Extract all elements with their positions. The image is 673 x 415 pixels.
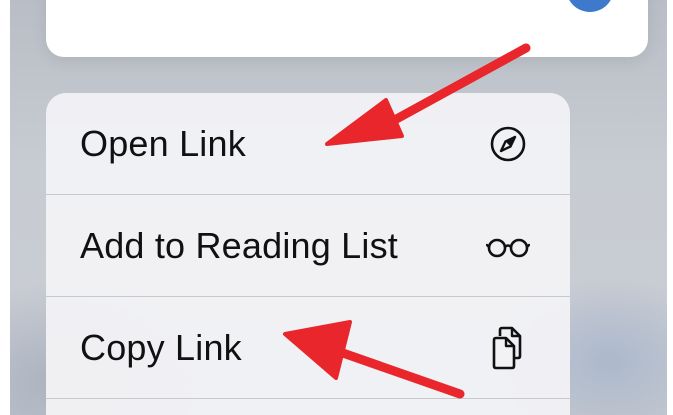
menu-item-label: Open Link (80, 123, 246, 164)
menu-item-label: Copy Link (80, 327, 242, 368)
screenshot-stage: Open Link Add to Reading List Copy Link (0, 0, 673, 415)
menu-item-copy-link[interactable]: Copy Link (46, 297, 570, 399)
copy-icon (486, 326, 530, 370)
menu-item-label: Add to Reading List (80, 225, 399, 266)
menu-item-open-link[interactable]: Open Link (46, 93, 570, 195)
image-border-right (667, 0, 673, 415)
compass-icon (486, 122, 530, 166)
menu-separator (46, 398, 570, 399)
glasses-icon (486, 224, 530, 268)
context-menu: Open Link Add to Reading List Copy Link (46, 93, 570, 415)
link-preview-card[interactable] (46, 0, 648, 57)
preview-badge (566, 0, 614, 12)
menu-item-add-to-reading-list[interactable]: Add to Reading List (46, 195, 570, 297)
image-border-left (0, 0, 10, 415)
